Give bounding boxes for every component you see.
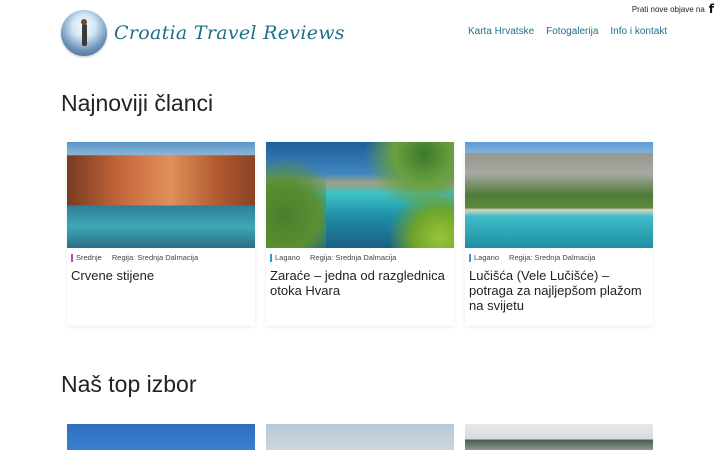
latest-articles-heading: Najnoviji članci [61,90,214,116]
nav-fotogalerija[interactable]: Fotogalerija [546,26,598,37]
difficulty-label: Lagano [275,253,301,262]
region-label: Regija: Srednja Dalmacija [509,253,596,262]
article-title[interactable]: Zaraće – jedna od razglednica otoka Hvar… [266,262,454,308]
logo-avatar [61,10,107,56]
follow-text: Prati nove objave na [631,4,705,14]
top-pick-image[interactable] [67,424,255,450]
difficulty-label: Srednje [76,253,102,262]
article-meta: Lagano Regija: Srednja Dalmacija [266,248,454,262]
difficulty-marker [71,253,73,262]
site-logo[interactable]: Croatia Travel Reviews [61,10,345,56]
article-image[interactable] [67,142,255,248]
article-title[interactable]: Crvene stijene [67,262,255,293]
article-image[interactable] [266,142,454,248]
nav-karta-hrvatske[interactable]: Karta Hrvatske [468,26,534,37]
article-title[interactable]: Lučišća (Vele Lučišće) – potraga za najl… [465,262,653,323]
site-title[interactable]: Croatia Travel Reviews [114,22,345,44]
nav-info-kontakt[interactable]: Info i kontakt [610,26,667,37]
article-card[interactable]: Lagano Regija: Srednja Dalmacija Lučišća… [465,142,653,326]
main-nav: Karta Hrvatske Fotogalerija Info i konta… [468,26,679,37]
difficulty-label: Lagano [474,253,500,262]
top-pick-image[interactable] [465,424,653,450]
article-card[interactable]: Srednje Regija: Srednja Dalmacija Crvene… [67,142,255,326]
difficulty-marker [270,253,272,262]
article-meta: Srednje Regija: Srednja Dalmacija [67,248,255,262]
top-pick-heading: Naš top izbor [61,371,197,397]
region-label: Regija: Srednja Dalmacija [111,253,199,262]
article-card[interactable]: Lagano Regija: Srednja Dalmacija Zaraće … [266,142,454,326]
article-image[interactable] [465,142,653,248]
difficulty-marker [469,253,471,262]
follow-bar[interactable]: Prati nove objave na f [632,2,714,16]
top-pick-image[interactable] [266,424,454,450]
region-label: Regija: Srednja Dalmacija [310,253,397,262]
facebook-icon[interactable]: f [709,2,714,16]
article-meta: Lagano Regija: Srednja Dalmacija [465,248,653,262]
